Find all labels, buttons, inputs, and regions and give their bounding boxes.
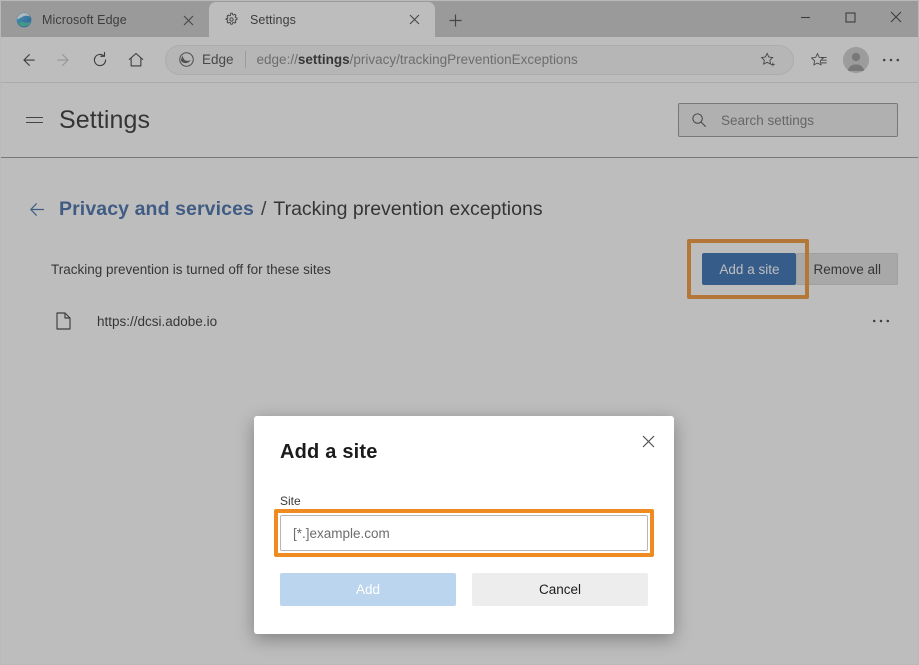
dialog-buttons: Add Cancel	[280, 573, 648, 606]
add-button[interactable]: Add	[280, 573, 456, 606]
close-icon[interactable]	[634, 427, 662, 455]
site-input-field[interactable]: [*.]example.com	[280, 515, 648, 551]
cancel-button[interactable]: Cancel	[472, 573, 648, 606]
site-input-placeholder: [*.]example.com	[293, 526, 390, 541]
edge-browser-window: Microsoft Edge Settings	[0, 0, 919, 665]
site-input-wrapper: [*.]example.com	[280, 515, 648, 551]
dialog-title: Add a site	[280, 416, 648, 464]
site-field-label: Site	[280, 494, 648, 508]
add-a-site-dialog: Add a site Site [*.]example.com Add Canc…	[254, 416, 674, 634]
